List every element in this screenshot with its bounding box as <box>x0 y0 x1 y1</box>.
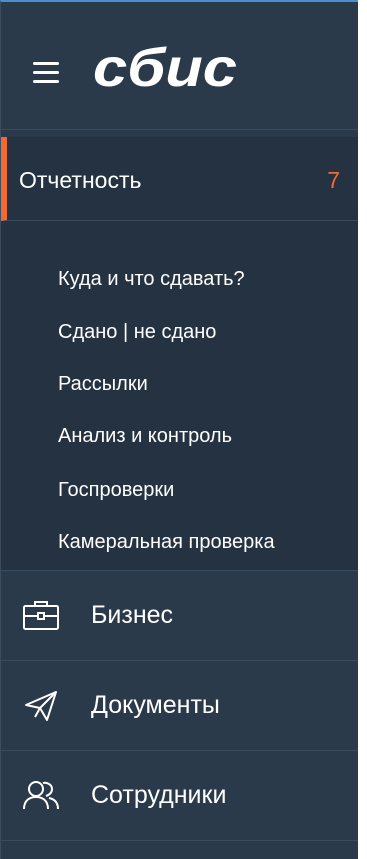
sidebar-item-label: Сотрудники <box>91 781 227 809</box>
submenu-item-desk-audit[interactable]: Камеральная проверка <box>58 530 275 554</box>
sidebar-item-reporting[interactable]: Отчетность 7 <box>1 137 358 221</box>
sidebar-item-label: Документы <box>91 691 220 719</box>
sidebar: сбис Отчетность 7 Куда и что сдавать? Сд… <box>0 0 358 859</box>
hamburger-menu-button[interactable] <box>31 60 63 86</box>
submenu-item-where-to-submit[interactable]: Куда и что сдавать? <box>58 267 245 291</box>
sidebar-header: сбис <box>1 2 358 130</box>
submenu-item-analysis-control[interactable]: Анализ и контроль <box>58 424 232 448</box>
logo-text: сбис <box>93 38 237 98</box>
submenu-item-mailings[interactable]: Рассылки <box>58 372 148 396</box>
paper-plane-icon <box>25 691 57 721</box>
submenu-item-state-inspections[interactable]: Госпроверки <box>58 478 174 502</box>
hamburger-line <box>33 62 59 65</box>
submenu-item-submitted-status[interactable]: Сдано | не сдано <box>58 320 216 344</box>
sbis-logo[interactable]: сбис <box>89 38 249 100</box>
briefcase-icon <box>23 601 59 630</box>
hamburger-line <box>33 80 59 83</box>
count-badge: 7 <box>327 167 340 193</box>
people-icon <box>23 781 59 810</box>
reporting-submenu: Куда и что сдавать? Сдано | не сдано Рас… <box>1 221 358 571</box>
hamburger-line <box>33 71 59 74</box>
sidebar-item-label: Бизнес <box>91 601 174 629</box>
sidebar-item-business[interactable]: Бизнес <box>1 571 358 661</box>
sidebar-item-documents[interactable]: Документы <box>1 661 358 751</box>
sidebar-item-employees[interactable]: Сотрудники <box>1 751 358 841</box>
sidebar-item-label: Отчетность <box>19 167 142 193</box>
